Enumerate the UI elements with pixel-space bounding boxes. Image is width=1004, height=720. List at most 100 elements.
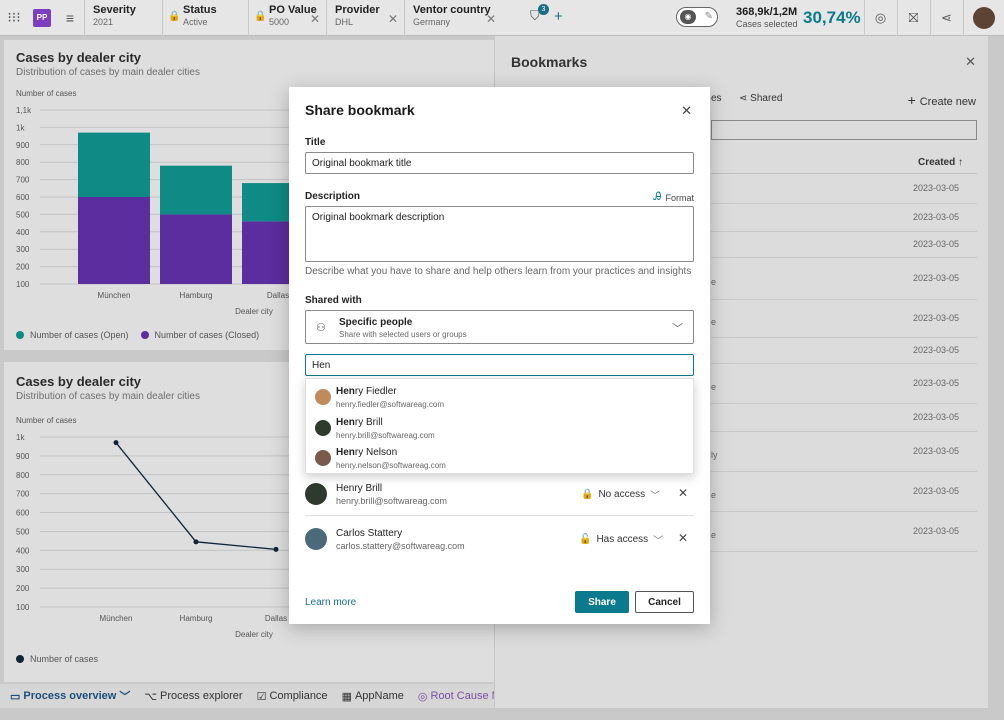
bookmark-created-date: 2023-03-05: [912, 486, 959, 496]
cancel-button[interactable]: Cancel: [635, 591, 694, 613]
x-tick-label: Hamburg: [180, 291, 213, 300]
legend-dot-closed: [140, 331, 149, 339]
description-label: Description: [305, 191, 361, 202]
filter-count-badge: 3: [538, 4, 549, 15]
bookmark-created-date: 2023-03-05: [912, 313, 959, 323]
bookmark-row[interactable]: 2023-03-05 e: [711, 472, 977, 512]
chart-legend: Number of cases (Open) Number of cases (…: [16, 330, 259, 340]
filter-po-value[interactable]: 🔒 PO Value 5000 ✕: [248, 0, 326, 36]
bookmark-search-input[interactable]: [711, 120, 977, 140]
share-icon[interactable]: ⋖: [930, 0, 962, 36]
bar: [78, 197, 150, 284]
access-dropdown[interactable]: 🔓 Has access ﹀: [579, 532, 663, 547]
app-badge[interactable]: PP: [28, 0, 56, 36]
bookmark-row[interactable]: 2023-03-05 ly: [711, 432, 977, 472]
y-tick-label: 1k: [16, 123, 25, 132]
description-help: Describe what you have to share and help…: [305, 266, 692, 277]
remove-filter-icon[interactable]: ✕: [310, 12, 320, 26]
bookmark-row[interactable]: 2023-03-05: [711, 338, 977, 364]
suggestion-item[interactable]: Henry Nelson henry.nelson@softwareag.com: [306, 442, 695, 472]
bookmark-row[interactable]: 2023-03-05 e: [711, 300, 977, 338]
title-input[interactable]: [305, 152, 694, 174]
tab-process-explorer[interactable]: ⌥ Process explorer: [144, 690, 242, 703]
bar: [78, 132, 150, 197]
people-search-input[interactable]: Hen: [305, 354, 694, 376]
chevron-down-icon[interactable]: ﹀: [119, 688, 130, 704]
chevron-down-icon: ﹀: [650, 491, 661, 502]
cases-count: 368,9k/1,2M: [736, 6, 798, 18]
tab-appname[interactable]: ▦ AppName: [342, 690, 404, 703]
description-textarea[interactable]: Original bookmark description: [305, 206, 694, 262]
hamburger-menu-icon[interactable]: ≡: [56, 0, 84, 36]
remove-person-icon[interactable]: ✕: [678, 531, 688, 545]
shared-person-row: Carlos Stattery carlos.stattery@software…: [305, 519, 694, 561]
user-avatar[interactable]: [963, 0, 1003, 36]
access-dropdown[interactable]: 🔒 No access ﹀: [581, 487, 660, 502]
shared-with-select[interactable]: ⚇ Specific people Share with selected us…: [305, 310, 694, 344]
tab-compliance[interactable]: ☑ Compliance: [257, 690, 328, 703]
y-tick-label: 700: [16, 176, 30, 185]
target-icon: ◎: [417, 690, 428, 703]
x-tick-label: Dallas: [265, 614, 287, 623]
bookmark-row[interactable]: 2023-03-05 e: [711, 512, 977, 552]
bookmark-row[interactable]: 2023-03-05 e: [711, 364, 977, 404]
page-tabs: ▭ Process overview ﹀ ⌥ Process explorer …: [0, 684, 531, 708]
tab-shared[interactable]: ⋖ Shared: [739, 93, 782, 104]
top-bar: ⁝⁝⁝ PP ≡ Severity 2021 🔒 Status Active 🔒…: [0, 0, 1004, 36]
bar: [160, 165, 232, 215]
settings-badge-icon[interactable]: ◎: [864, 0, 896, 36]
created-column-header[interactable]: Created ↑: [918, 157, 963, 168]
process-icon: ⌥: [144, 690, 158, 703]
filter-provider[interactable]: Provider DHL ✕: [326, 0, 404, 36]
close-icon[interactable]: ✕: [681, 103, 692, 119]
pencil-icon: ✎: [704, 11, 713, 22]
tab-process-overview[interactable]: ▭ Process overview ﹀: [10, 688, 130, 704]
y-tick-label: 1k: [16, 433, 25, 442]
view-edit-toggle[interactable]: ◉ ✎: [676, 7, 718, 27]
remove-filter-icon[interactable]: ✕: [486, 12, 496, 26]
filter-status[interactable]: 🔒 Status Active: [162, 0, 248, 36]
y-tick-label: 200: [16, 584, 30, 593]
y-tick-label: 900: [16, 452, 30, 461]
bookmark-row[interactable]: 2023-03-05: [711, 404, 977, 432]
legend-label: Number of cases (Open): [30, 330, 129, 340]
suggestion-item[interactable]: Henry Fiedler henry.fiedler@softwareag.c…: [306, 381, 695, 411]
format-icon: Ꭿ: [653, 191, 662, 203]
shared-with-label: Shared with: [305, 295, 362, 306]
sort-ascending-icon[interactable]: ↑: [958, 157, 963, 168]
x-tick-label: München: [98, 291, 131, 300]
avatar: [315, 389, 331, 405]
share-button[interactable]: Share: [575, 591, 629, 613]
share-bookmark-dialog: Share bookmark ✕ Title Description ᎯForm…: [289, 87, 710, 624]
bookmark-row[interactable]: 2023-03-05: [711, 204, 977, 232]
bookmark-created-date: 2023-03-05: [912, 345, 959, 355]
filter-severity[interactable]: Severity 2021: [84, 0, 162, 36]
y-tick-label: 400: [16, 228, 30, 237]
share-icon: ⋖: [739, 93, 751, 104]
people-icon: ⚇: [316, 322, 326, 334]
close-icon[interactable]: ✕: [965, 54, 976, 70]
app-grid-icon[interactable]: ⁝⁝⁝: [0, 0, 28, 36]
avatar: [305, 483, 327, 505]
bookmark-row[interactable]: 2023-03-05 e: [711, 258, 977, 300]
y-tick-label: 700: [16, 490, 30, 499]
format-button[interactable]: Ꭿ Format: [654, 191, 694, 204]
learn-more-link[interactable]: Learn more: [305, 597, 356, 608]
remove-filter-icon[interactable]: ✕: [388, 12, 398, 26]
create-new-button[interactable]: + Create new: [908, 92, 976, 108]
tab-bookmarks-mine[interactable]: es: [711, 93, 722, 104]
suggestion-item[interactable]: Henry Brill henry.brill@softwareag.com: [306, 412, 695, 442]
bookmark-created-date: 2023-03-05: [912, 446, 959, 456]
add-filter-icon[interactable]: +: [554, 8, 563, 25]
bookmark-row[interactable]: 2023-03-05: [711, 232, 977, 258]
title-label: Title: [305, 137, 326, 148]
remove-person-icon[interactable]: ✕: [678, 486, 688, 500]
bookmark-icon[interactable]: ⛝: [897, 0, 929, 36]
lock-icon: 🔒: [254, 10, 267, 22]
dialog-title: Share bookmark: [305, 102, 415, 118]
lock-icon: 🔒: [581, 489, 594, 500]
y-tick-label: 400: [16, 546, 30, 555]
filter-vendor-country[interactable]: Ventor country Germany ✕: [404, 0, 502, 36]
bookmark-row[interactable]: 2023-03-05: [711, 174, 977, 204]
bookmark-created-date: 2023-03-05: [912, 273, 959, 283]
